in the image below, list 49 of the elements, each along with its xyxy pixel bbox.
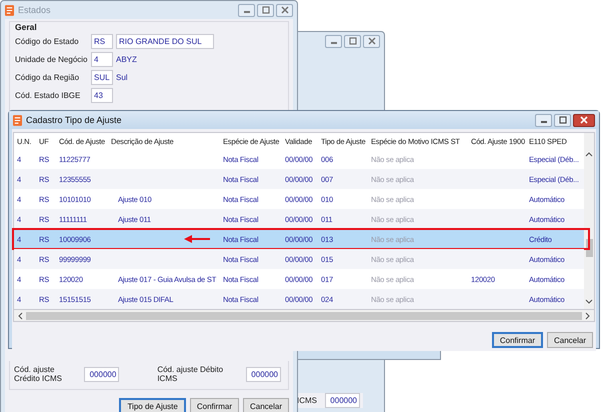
close-button[interactable] (363, 34, 380, 48)
dialog-button[interactable]: Confirmar (190, 398, 239, 412)
scroll-right-icon[interactable] (585, 312, 591, 320)
dialog-button[interactable]: Confirmar (492, 332, 543, 348)
input-field[interactable]: 000000 (325, 393, 360, 408)
field-label: Cód. Estado IBGE (15, 91, 82, 100)
scroll-down-icon[interactable] (585, 299, 593, 305)
input-field[interactable]: 000000 (246, 366, 281, 382)
scroll-thumb[interactable] (26, 312, 582, 320)
maximize-button[interactable] (554, 114, 571, 126)
close-icon (579, 115, 589, 125)
field-label: Cód. ajuste Crédito ICMS (14, 365, 64, 383)
maximize-button[interactable] (257, 4, 274, 16)
scroll-up-icon[interactable] (585, 151, 593, 157)
vertical-scrollbar[interactable] (584, 133, 594, 309)
maximize-button[interactable] (344, 34, 361, 48)
app-icon (5, 4, 14, 16)
window-title: Estados (18, 5, 51, 15)
field-label: Unidade de Negócio (15, 55, 88, 64)
arrow-icon (184, 235, 210, 243)
code-field[interactable]: 4 (91, 52, 113, 67)
field-label: Código da Região (15, 73, 80, 82)
window-title: Cadastro Tipo de Ajuste (26, 115, 122, 125)
field-label: Código do Estado (15, 37, 80, 46)
input-field[interactable]: 000000 (84, 366, 120, 382)
scroll-left-icon[interactable] (17, 312, 23, 320)
code-field[interactable]: 43 (91, 88, 113, 103)
field-value: ABYZ (116, 55, 137, 64)
horizontal-scrollbar[interactable] (13, 310, 595, 322)
close-icon (280, 5, 290, 15)
group-title: Geral (15, 22, 38, 32)
maximize-icon (558, 115, 568, 125)
code-field[interactable]: RS (91, 34, 113, 49)
maximize-icon (260, 5, 270, 15)
close-button[interactable] (276, 4, 293, 16)
maximize-icon (348, 36, 358, 46)
minimize-button[interactable] (535, 114, 552, 126)
name-field[interactable]: RIO GRANDE DO SUL (116, 34, 214, 49)
minimize-button[interactable] (325, 34, 342, 48)
dialog-button[interactable]: Tipo de Ajuste (119, 398, 186, 412)
dialog-button[interactable]: Cancelar (546, 332, 593, 348)
field-label: Cód. ajuste Débito ICMS (157, 365, 224, 383)
minimize-button[interactable] (238, 4, 255, 16)
app-icon (13, 114, 22, 126)
close-button[interactable] (573, 114, 595, 126)
close-icon (366, 36, 376, 46)
field-value: Sul (116, 73, 128, 82)
code-field[interactable]: SUL (91, 70, 113, 85)
dialog-button[interactable]: Cancelar (242, 398, 289, 412)
